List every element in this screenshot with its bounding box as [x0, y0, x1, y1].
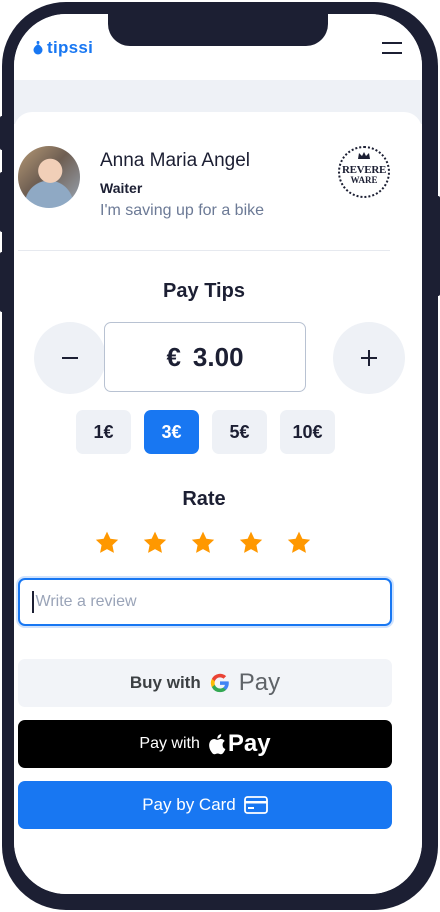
google-pay-button[interactable]: Buy with Pay	[18, 659, 392, 707]
venue-logo-line2: WARE	[350, 175, 378, 185]
currency-symbol: €	[166, 341, 181, 372]
preset-button-1[interactable]: 1€	[76, 410, 131, 454]
logo-text: tipssi	[47, 38, 94, 57]
venue-logo: REVERE WARE	[338, 146, 390, 198]
preset-button-10[interactable]: 10€	[280, 410, 335, 454]
app-logo[interactable]: tipssi	[32, 38, 93, 58]
apple-logo-icon	[209, 734, 226, 755]
apple-pay-button[interactable]: Pay with Pay	[18, 720, 392, 768]
tip-amount-display[interactable]: € 3.00	[104, 322, 306, 392]
text-cursor	[32, 591, 34, 613]
crown-icon	[358, 152, 370, 159]
google-g-icon	[210, 673, 229, 693]
employee-role: Waiter	[100, 180, 143, 196]
tip-amount-value: 3.00	[192, 341, 244, 372]
review-input[interactable]: Write a review	[18, 578, 392, 626]
star-rating	[94, 530, 312, 556]
review-placeholder: Write a review	[35, 593, 137, 610]
star-icon[interactable]	[94, 530, 120, 556]
star-icon[interactable]	[286, 530, 312, 556]
apple-pay-prefix: Pay with	[139, 735, 200, 752]
star-icon[interactable]	[190, 530, 216, 556]
phone-notch	[108, 14, 328, 46]
pay-by-card-button[interactable]: Pay by Card	[18, 781, 392, 829]
plus-icon	[361, 350, 377, 366]
hamburger-menu-icon[interactable]	[382, 42, 404, 56]
rate-heading: Rate	[182, 488, 226, 510]
google-pay-brand: Pay	[238, 669, 281, 696]
logo-drop-icon	[33, 41, 43, 55]
preset-button-5[interactable]: 5€	[212, 410, 267, 454]
pay-by-card-label: Pay by Card	[142, 795, 236, 814]
google-pay-prefix: Buy with	[129, 673, 201, 692]
avatar	[18, 146, 80, 208]
phone-side-button	[0, 172, 4, 232]
minus-icon	[62, 357, 78, 359]
phone-side-button	[436, 196, 440, 296]
preset-button-3[interactable]: 3€	[144, 410, 199, 454]
credit-card-icon	[243, 796, 268, 814]
increase-amount-button[interactable]	[333, 322, 405, 394]
apple-pay-brand: Pay	[227, 730, 271, 757]
star-icon[interactable]	[238, 530, 264, 556]
divider	[18, 250, 390, 251]
preset-amounts: 1€ 3€ 5€ 10€	[76, 410, 335, 454]
decrease-amount-button[interactable]	[34, 322, 106, 394]
employee-name: Anna Maria Angel	[100, 150, 250, 171]
employee-bio: I'm saving up for a bike	[100, 202, 265, 219]
phone-side-button	[0, 116, 4, 150]
star-icon[interactable]	[142, 530, 168, 556]
pay-tips-heading: Pay Tips	[163, 280, 245, 302]
